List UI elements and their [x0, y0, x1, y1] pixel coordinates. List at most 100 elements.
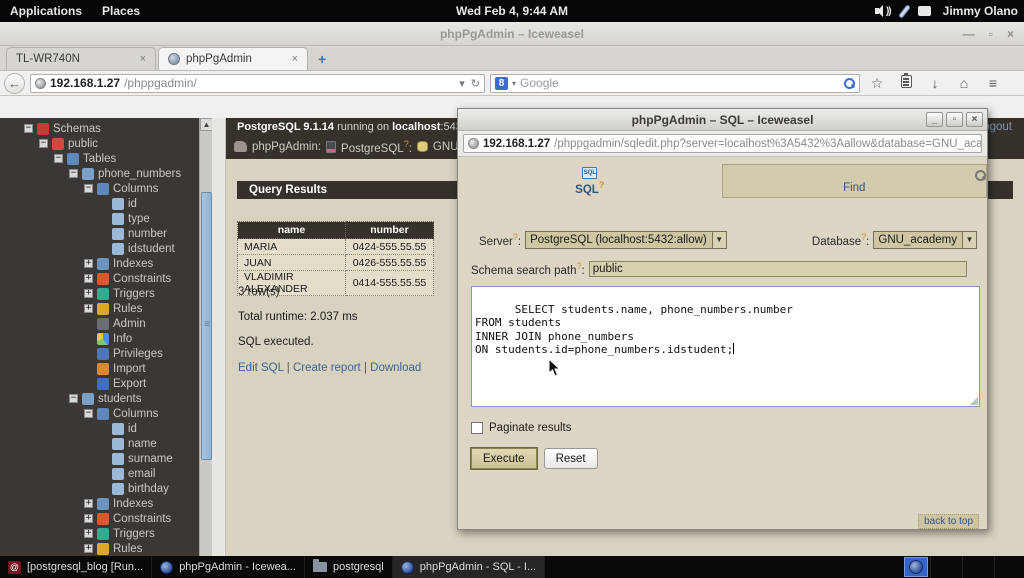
downloads-icon[interactable]: ↓ [923, 75, 947, 91]
collapse-icon[interactable]: − [84, 184, 93, 193]
volume-icon[interactable]: )) [875, 5, 891, 17]
browser-titlebar[interactable]: phpPgAdmin – Iceweasel — ▫ × [0, 22, 1024, 46]
paginate-checkbox[interactable] [471, 422, 483, 434]
tree-item-type[interactable]: −type [0, 211, 198, 226]
iceweasel-tray-icon[interactable] [904, 557, 928, 577]
action-link-create-report[interactable]: Create report [293, 362, 361, 374]
tree-item-email[interactable]: −email [0, 466, 198, 481]
tree-item-id[interactable]: −id [0, 196, 198, 211]
expand-icon[interactable]: + [84, 259, 93, 268]
reset-button[interactable]: Reset [544, 448, 598, 469]
url-bar[interactable]: 192.168.1.27 /phppgadmin/ ▾ ↻ [30, 74, 485, 93]
menu-icon[interactable]: ≡ [981, 75, 1005, 91]
tree-item-surname[interactable]: −surname [0, 451, 198, 466]
chat-icon[interactable] [918, 6, 931, 16]
expand-icon[interactable]: + [84, 289, 93, 298]
expand-icon[interactable]: + [84, 544, 93, 553]
home-icon[interactable]: ⌂ [952, 75, 976, 91]
scrollbar-thumb[interactable] [201, 192, 212, 460]
chevron-down-icon[interactable]: ▼ [962, 232, 976, 248]
tree-item-indexes[interactable]: +Indexes [0, 496, 198, 511]
tree-item-info[interactable]: −Info [0, 331, 198, 346]
taskbar-item[interactable]: phpPgAdmin - Icewea... [152, 556, 305, 578]
close-icon[interactable]: × [1007, 27, 1014, 41]
expand-icon[interactable]: + [84, 499, 93, 508]
collapse-icon[interactable]: − [69, 169, 78, 178]
tree-item-indexes[interactable]: +Indexes [0, 256, 198, 271]
search-go-icon[interactable] [843, 77, 855, 89]
popup-titlebar[interactable]: phpPgAdmin – SQL – Iceweasel [458, 109, 987, 131]
expand-icon[interactable]: + [84, 529, 93, 538]
tree-item-students[interactable]: −students [0, 391, 198, 406]
bookmark-star-icon[interactable]: ☆ [865, 75, 889, 92]
browser-tab-tl-wr740n[interactable]: TL-WR740N× [6, 47, 156, 70]
collapse-icon[interactable]: − [54, 154, 63, 163]
taskbar-item[interactable]: @[postgresql_blog [Run... [0, 556, 152, 578]
search-engine-icon[interactable]: 8 [495, 77, 508, 90]
sidebar-scrollbar[interactable]: ▲ ▼ [199, 118, 212, 578]
collapse-icon[interactable]: − [69, 394, 78, 403]
tab-close-icon[interactable]: × [292, 53, 298, 65]
popup-close-icon[interactable]: × [966, 112, 983, 127]
server-select[interactable]: PostgreSQL (localhost:5432:allow)▼ [525, 231, 727, 249]
popup-url-bar[interactable]: 192.168.1.27 /phppgadmin/sqledit.php?ser… [463, 134, 982, 153]
chevron-down-icon[interactable]: ▼ [712, 232, 726, 248]
database-select[interactable]: GNU_academy▼ [873, 231, 977, 249]
tree-item-admin[interactable]: −Admin [0, 316, 198, 331]
expand-icon[interactable]: + [84, 514, 93, 523]
tree-item-birthday[interactable]: −birthday [0, 481, 198, 496]
tree-item-columns[interactable]: −Columns [0, 181, 198, 196]
resize-grip-icon[interactable] [970, 397, 978, 405]
tree-item-privileges[interactable]: −Privileges [0, 346, 198, 361]
reading-list-icon[interactable] [894, 75, 918, 91]
breadcrumb-label[interactable]: phpPgAdmin: [252, 141, 321, 153]
tree-item-number[interactable]: −number [0, 226, 198, 241]
tree-item-constraints[interactable]: +Constraints [0, 511, 198, 526]
search-engine-dropdown-icon[interactable]: ▾ [512, 79, 516, 88]
popup-minimize-icon[interactable]: _ [926, 112, 943, 127]
tree-item-name[interactable]: −name [0, 436, 198, 451]
tree-item-idstudent[interactable]: −idstudent [0, 241, 198, 256]
breadcrumb-label[interactable]: PostgreSQL?: [341, 139, 412, 155]
collapse-icon[interactable]: − [84, 409, 93, 418]
popup-site-identity-icon[interactable] [468, 138, 479, 149]
site-identity-icon[interactable] [35, 78, 46, 89]
tree-item-rules[interactable]: +Rules [0, 541, 198, 556]
tree-item-export[interactable]: −Export [0, 376, 198, 391]
tree-item-columns[interactable]: −Columns [0, 406, 198, 421]
maximize-icon[interactable]: ▫ [989, 27, 993, 41]
action-link-download[interactable]: Download [370, 362, 421, 374]
schema-search-path-input[interactable]: public [589, 261, 967, 277]
browser-tab-phppgadmin[interactable]: phpPgAdmin× [158, 47, 308, 70]
tree-item-phone_numbers[interactable]: −phone_numbers [0, 166, 198, 181]
back-button[interactable]: ← [4, 73, 25, 94]
tab-sql[interactable]: SQL SQL? [458, 164, 722, 198]
popup-maximize-icon[interactable]: ▫ [946, 112, 963, 127]
tab-find[interactable]: Find [722, 164, 988, 198]
tree-item-id[interactable]: −id [0, 421, 198, 436]
collapse-icon[interactable]: − [24, 124, 33, 133]
expand-icon[interactable]: + [84, 304, 93, 313]
expand-icon[interactable]: + [84, 274, 93, 283]
url-dropdown-icon[interactable]: ▾ [459, 77, 465, 90]
search-bar[interactable]: 8 ▾ Google [490, 74, 860, 93]
user-menu[interactable]: Jimmy Olano [943, 4, 1018, 18]
minimize-icon[interactable]: — [963, 27, 975, 41]
new-tab-button[interactable]: + [310, 51, 334, 70]
tree-item-public[interactable]: −public [0, 136, 198, 151]
tree-item-triggers[interactable]: +Triggers [0, 526, 198, 541]
places-menu[interactable]: Places [92, 0, 150, 22]
popup-back-to-top-link[interactable]: back to top [918, 514, 979, 529]
tablet-pen-icon[interactable] [899, 5, 909, 17]
execute-button[interactable]: Execute [471, 448, 537, 469]
tree-item-import[interactable]: −Import [0, 361, 198, 376]
tree-item-tables[interactable]: −Tables [0, 151, 198, 166]
tree-item-constraints[interactable]: +Constraints [0, 271, 198, 286]
reload-icon[interactable]: ↻ [471, 77, 480, 90]
tree-item-rules[interactable]: +Rules [0, 301, 198, 316]
tab-close-icon[interactable]: × [140, 53, 146, 65]
taskbar-item[interactable]: postgresql [305, 556, 393, 578]
action-link-edit-sql[interactable]: Edit SQL [238, 362, 284, 374]
scroll-up-icon[interactable]: ▲ [200, 118, 212, 131]
taskbar-item[interactable]: phpPgAdmin - SQL - I... [393, 556, 545, 578]
